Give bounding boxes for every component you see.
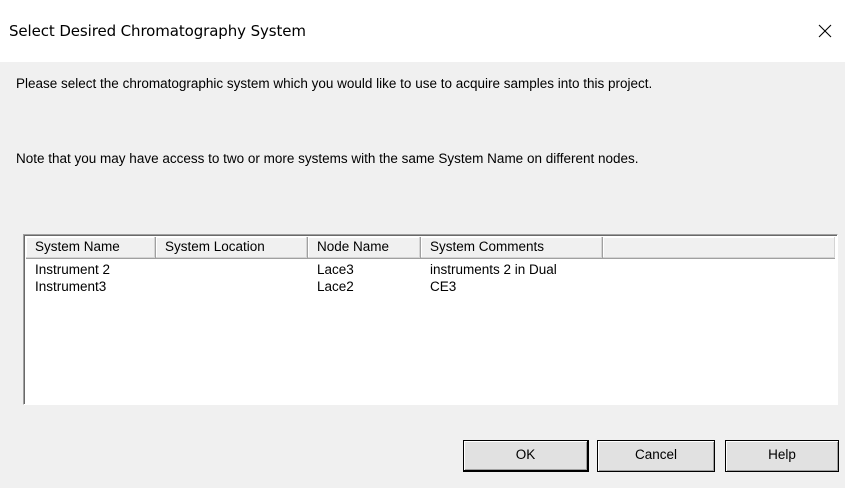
cell-system-comments: CE3 xyxy=(430,279,457,294)
column-header-node-name[interactable]: Node Name xyxy=(308,237,421,259)
dialog-title: Select Desired Chromatography System xyxy=(9,22,306,40)
instruction-text: Please select the chromatographic system… xyxy=(16,76,653,91)
title-bar: Select Desired Chromatography System xyxy=(0,0,845,62)
help-button[interactable]: Help xyxy=(725,440,839,472)
dialog-body: Please select the chromatographic system… xyxy=(0,62,845,488)
systems-list-header: System Name System Location Node Name Sy… xyxy=(26,237,835,259)
cell-system-name: Instrument 2 xyxy=(35,262,111,277)
cell-node-name: Lace3 xyxy=(317,262,354,277)
ok-button[interactable]: OK xyxy=(463,440,589,472)
column-header-system-comments[interactable]: System Comments xyxy=(421,237,603,259)
note-text: Note that you may have access to two or … xyxy=(16,151,639,166)
table-row[interactable]: Instrument3 Lace2 CE3 xyxy=(26,278,835,295)
systems-list-rows: Instrument 2 Lace3 instruments 2 in Dual… xyxy=(26,261,835,295)
table-row[interactable]: Instrument 2 Lace3 instruments 2 in Dual xyxy=(26,261,835,278)
cell-system-location xyxy=(156,278,308,295)
close-icon xyxy=(818,24,832,38)
dialog-window: Select Desired Chromatography System Ple… xyxy=(0,0,845,488)
cell-system-name: Instrument3 xyxy=(35,279,107,294)
column-header-system-name[interactable]: System Name xyxy=(26,237,156,259)
column-header-system-location[interactable]: System Location xyxy=(156,237,308,259)
cell-system-comments: instruments 2 in Dual xyxy=(430,262,557,277)
cell-node-name: Lace2 xyxy=(317,279,354,294)
column-header-filler xyxy=(603,237,835,259)
systems-list[interactable]: System Name System Location Node Name Sy… xyxy=(23,234,838,405)
close-button[interactable] xyxy=(805,14,845,48)
cell-system-location xyxy=(156,261,308,278)
cancel-button[interactable]: Cancel xyxy=(597,440,715,472)
